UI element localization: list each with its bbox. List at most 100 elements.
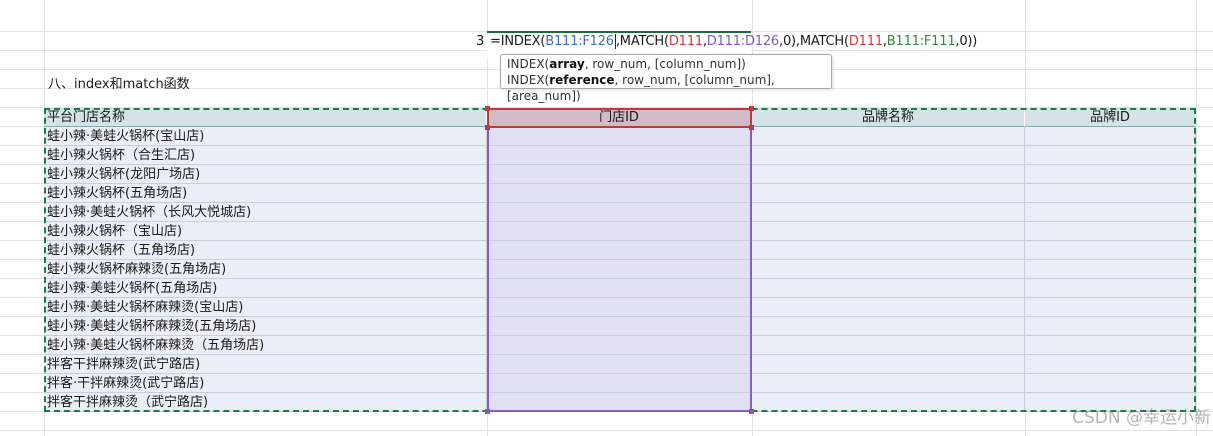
- cell-store-id[interactable]: [487, 355, 752, 374]
- table-row: 拌客干拌麻辣烫（武宁路店): [44, 393, 1196, 412]
- cell-store-id[interactable]: [487, 393, 752, 412]
- formula-editor[interactable]: =INDEX(B111:F126 ,MATCH(D111,D111:D126,0)…: [490, 34, 977, 49]
- cell-brand-id[interactable]: [1025, 355, 1196, 374]
- cell-brand-name[interactable]: [752, 317, 1025, 336]
- table-row: 蛙小辣火锅杯（五角场店): [44, 241, 1196, 260]
- table-row: 蛙小辣火锅杯(龙阳广场店): [44, 165, 1196, 184]
- tooltip-signature-2[interactable]: INDEX(reference, row_num, [column_num], …: [507, 72, 825, 104]
- formula-reference: D111:D126: [706, 34, 780, 49]
- watermark: CSDN @幸运小新: [1072, 408, 1211, 428]
- section-title: 八、index和match函数: [48, 77, 190, 92]
- cell-brand-name[interactable]: [752, 241, 1025, 260]
- formula-row-number: 3: [476, 34, 485, 49]
- cell-store-name[interactable]: 蛙小辣火锅杯（合生汇店): [44, 146, 487, 165]
- cell-store-name[interactable]: 蛙小辣·美蛙火锅杯麻辣烫(五角场店): [44, 317, 487, 336]
- cell-brand-name[interactable]: [752, 374, 1025, 393]
- table-row: 蛙小辣·美蛙火锅杯麻辣烫(五角场店): [44, 317, 1196, 336]
- formula-text: ,MATCH(: [615, 34, 669, 49]
- cell-store-name[interactable]: 蛙小辣·美蛙火锅杯（长风大悦城店): [44, 203, 487, 222]
- cell-store-name[interactable]: 蛙小辣火锅杯(龙阳广场店): [44, 165, 487, 184]
- header-cell-brand-id[interactable]: 品牌ID: [1025, 108, 1196, 127]
- cell-brand-name[interactable]: [752, 222, 1025, 241]
- cell-brand-name[interactable]: [752, 165, 1025, 184]
- cell-store-name[interactable]: 蛙小辣·美蛙火锅杯麻辣烫（五角场店): [44, 336, 487, 355]
- table-row: 拌客干拌麻辣烫(武宁路店): [44, 355, 1196, 374]
- cell-brand-id[interactable]: [1025, 203, 1196, 222]
- cell-brand-id[interactable]: [1025, 165, 1196, 184]
- cell-brand-name[interactable]: [752, 127, 1025, 146]
- formula-reference: D111: [668, 34, 703, 49]
- cell-store-name[interactable]: 拌客干拌麻辣烫(武宁路店): [44, 355, 487, 374]
- cell-brand-id[interactable]: [1025, 184, 1196, 203]
- range-handle[interactable]: [485, 409, 490, 414]
- range-handle[interactable]: [485, 125, 490, 130]
- table-row: 蛙小辣·美蛙火锅杯(五角场店): [44, 279, 1196, 298]
- cell-brand-id[interactable]: [1025, 260, 1196, 279]
- range-handle[interactable]: [485, 106, 490, 111]
- formula-text: ,0)): [955, 34, 978, 49]
- table-row: 蛙小辣·美蛙火锅杯（长风大悦城店): [44, 203, 1196, 222]
- cell-brand-id[interactable]: [1025, 374, 1196, 393]
- cell-store-id[interactable]: [487, 279, 752, 298]
- range-handle[interactable]: [749, 409, 754, 414]
- header-cell-store-id[interactable]: 门店ID: [487, 108, 752, 127]
- cell-brand-id[interactable]: [1025, 279, 1196, 298]
- cell-store-name[interactable]: 蛙小辣火锅杯（宝山店): [44, 222, 487, 241]
- cell-store-id[interactable]: [487, 184, 752, 203]
- cell-store-id[interactable]: [487, 336, 752, 355]
- tooltip-signature-1[interactable]: INDEX(array, row_num, [column_num]): [507, 56, 825, 72]
- table-header-row: 平台门店名称 门店ID 品牌名称 品牌ID: [44, 108, 1196, 127]
- cell-store-name[interactable]: 蛙小辣火锅杯（五角场店): [44, 241, 487, 260]
- cell-brand-id[interactable]: [1025, 298, 1196, 317]
- cell-store-id[interactable]: [487, 260, 752, 279]
- cell-brand-id[interactable]: [1025, 336, 1196, 355]
- formula-reference: B111:F111: [886, 34, 956, 49]
- cell-brand-name[interactable]: [752, 298, 1025, 317]
- cell-store-name[interactable]: 蛙小辣·美蛙火锅杯(五角场店): [44, 279, 487, 298]
- formula-text: =INDEX(: [490, 34, 546, 49]
- cell-brand-name[interactable]: [752, 355, 1025, 374]
- cell-store-id[interactable]: [487, 146, 752, 165]
- table-row: 蛙小辣火锅杯(五角场店): [44, 184, 1196, 203]
- table-row: 拌客·干拌麻辣烫(武宁路店): [44, 374, 1196, 393]
- cell-store-name[interactable]: 拌客·干拌麻辣烫(武宁路店): [44, 374, 487, 393]
- cell-brand-name[interactable]: [752, 260, 1025, 279]
- cell-brand-name[interactable]: [752, 203, 1025, 222]
- range-handle[interactable]: [749, 106, 754, 111]
- table-row: 蛙小辣火锅杯（合生汇店): [44, 146, 1196, 165]
- cell-brand-id[interactable]: [1025, 127, 1196, 146]
- cell-store-id[interactable]: [487, 298, 752, 317]
- cell-store-name[interactable]: 蛙小辣火锅杯麻辣烫(五角场店): [44, 260, 487, 279]
- cell-brand-name[interactable]: [752, 279, 1025, 298]
- cell-brand-id[interactable]: [1025, 146, 1196, 165]
- cell-store-id[interactable]: [487, 127, 752, 146]
- cell-brand-name[interactable]: [752, 146, 1025, 165]
- table-row: 蛙小辣·美蛙火锅杯(宝山店): [44, 127, 1196, 146]
- grid-column-line: [1196, 0, 1197, 436]
- range-handle[interactable]: [749, 125, 754, 130]
- table-row: 蛙小辣火锅杯（宝山店): [44, 222, 1196, 241]
- cell-brand-name[interactable]: [752, 184, 1025, 203]
- cell-store-id[interactable]: [487, 222, 752, 241]
- formula-reference: B111:F126: [545, 34, 614, 49]
- header-cell-store-name[interactable]: 平台门店名称: [44, 108, 487, 127]
- cell-store-id[interactable]: [487, 317, 752, 336]
- cell-store-id[interactable]: [487, 165, 752, 184]
- cell-brand-id[interactable]: [1025, 317, 1196, 336]
- cell-store-id[interactable]: [487, 374, 752, 393]
- table-row: 蛙小辣·美蛙火锅杯麻辣烫(宝山店): [44, 298, 1196, 317]
- header-cell-brand-name[interactable]: 品牌名称: [752, 108, 1025, 127]
- cell-brand-id[interactable]: [1025, 241, 1196, 260]
- cell-store-name[interactable]: 拌客干拌麻辣烫（武宁路店): [44, 393, 487, 412]
- cell-store-id[interactable]: [487, 241, 752, 260]
- table-row: 蛙小辣火锅杯麻辣烫(五角场店): [44, 260, 1196, 279]
- cell-store-id[interactable]: [487, 203, 752, 222]
- cell-store-name[interactable]: 蛙小辣·美蛙火锅杯麻辣烫(宝山店): [44, 298, 487, 317]
- cell-store-name[interactable]: 蛙小辣·美蛙火锅杯(宝山店): [44, 127, 487, 146]
- table-row: 蛙小辣·美蛙火锅杯麻辣烫（五角场店): [44, 336, 1196, 355]
- cell-brand-name[interactable]: [752, 393, 1025, 412]
- cell-brand-name[interactable]: [752, 336, 1025, 355]
- formula-reference: D111: [848, 34, 883, 49]
- cell-brand-id[interactable]: [1025, 222, 1196, 241]
- cell-store-name[interactable]: 蛙小辣火锅杯(五角场店): [44, 184, 487, 203]
